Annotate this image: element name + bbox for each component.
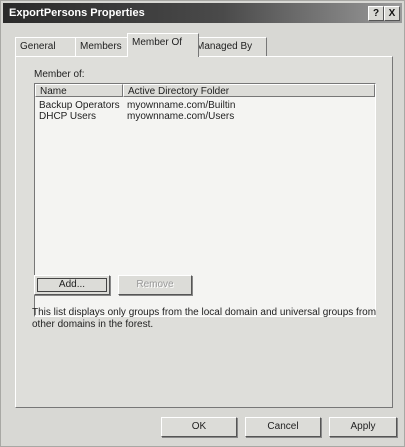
- cancel-button[interactable]: Cancel: [245, 417, 321, 437]
- group-folder: myownname.com/Builtin: [127, 100, 236, 111]
- list-item[interactable]: Backup Operators myownname.com/Builtin: [35, 100, 375, 111]
- group-name: DHCP Users: [39, 111, 97, 122]
- list-item[interactable]: DHCP Users myownname.com/Users: [35, 111, 375, 122]
- column-header-name[interactable]: Name: [35, 84, 123, 97]
- window-title: ExportPersons Properties: [9, 7, 145, 19]
- tab-members[interactable]: Members: [75, 37, 135, 56]
- remove-button[interactable]: Remove: [118, 275, 192, 295]
- member-of-panel: Member of: Name Active Directory Folder …: [15, 56, 393, 408]
- apply-button[interactable]: Apply: [329, 417, 397, 437]
- properties-dialog: ExportPersons Properties ? X General Mem…: [0, 0, 405, 447]
- tab-managed-by[interactable]: Managed By: [191, 37, 267, 56]
- ok-button[interactable]: OK: [161, 417, 237, 437]
- list-header: Name Active Directory Folder: [35, 84, 375, 98]
- member-of-label: Member of:: [34, 69, 85, 80]
- group-name: Backup Operators: [39, 100, 120, 111]
- tab-member-of[interactable]: Member Of: [127, 33, 199, 57]
- add-button[interactable]: Add...: [34, 275, 110, 295]
- column-header-folder[interactable]: Active Directory Folder: [123, 84, 375, 97]
- info-text: This list displays only groups from the …: [32, 307, 377, 330]
- tab-general[interactable]: General: [15, 37, 81, 56]
- help-button[interactable]: ?: [368, 6, 384, 21]
- close-button[interactable]: X: [384, 6, 400, 21]
- title-bar[interactable]: ExportPersons Properties ? X: [3, 3, 402, 23]
- group-folder: myownname.com/Users: [127, 111, 235, 122]
